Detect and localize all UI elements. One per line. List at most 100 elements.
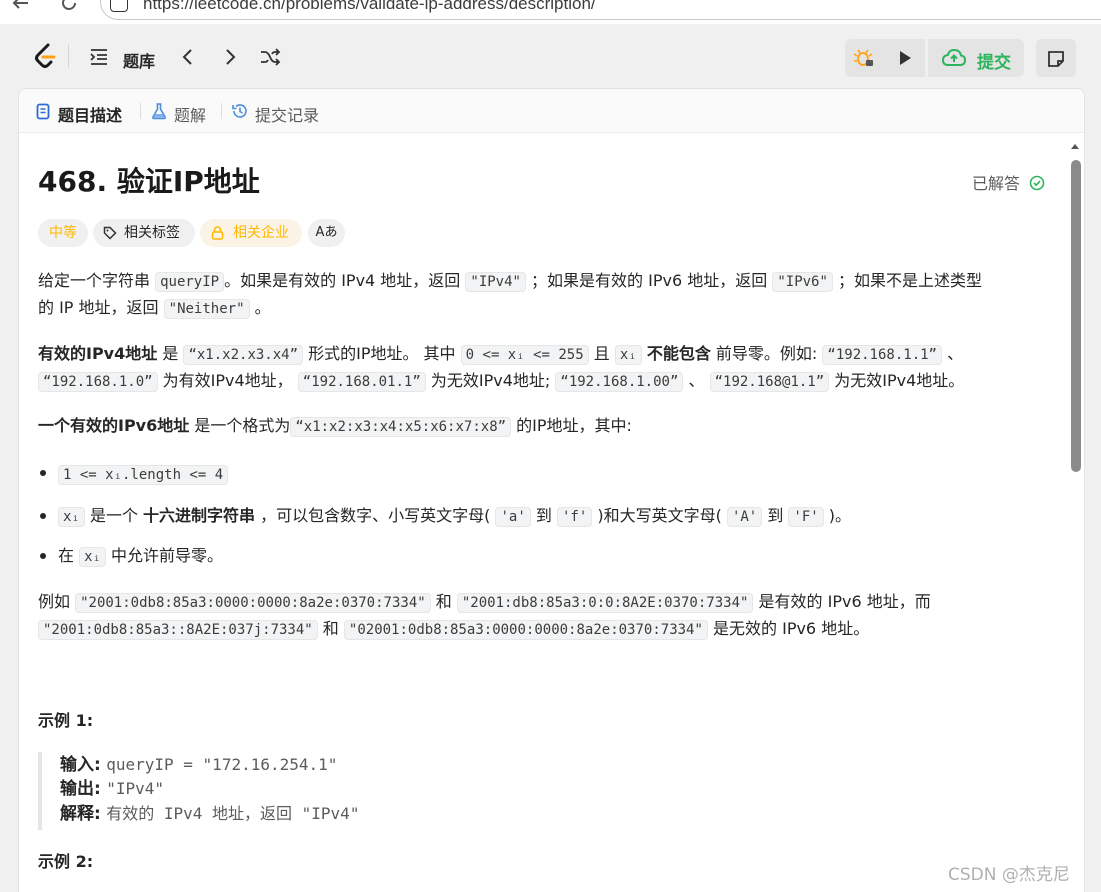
description-paragraph-4: 例如 "2001:0db8:85a3:0000:0000:8a2e:0370:7… [38,589,1048,643]
list-item: 在 xᵢ 中允许前导零。 [58,543,1048,570]
inline-code: "2001:0db8:85a3::8A2E:037j:7334" [38,620,318,640]
translate-toggle-icon[interactable]: Aあ [308,219,345,247]
inline-code: "IPv6" [772,272,833,292]
inline-code: “x1:x2:x3:x4:x5:x6:x7:x8” [290,417,512,437]
tab-divider [221,103,222,119]
scrollbar-thumb[interactable] [1071,160,1081,472]
inline-code: "2001:0db8:85a3:0000:0000:8a2e:0370:7334… [75,593,431,613]
description-paragraph-1: 给定一个字符串 queryIP 。如果是有效的 IPv4 地址，返回 "IPv4"… [38,268,1048,322]
cloud-upload-icon[interactable] [941,47,967,69]
output-label: 输出: [60,779,101,799]
back-arrow-icon[interactable] [10,0,32,14]
text: 是有效的 IPv6 地址，而 [753,592,931,611]
inline-code: "IPv4" [465,272,526,292]
output-value: "IPv4" [106,779,165,798]
inline-code: 'F' [788,507,824,527]
inline-code: "02001:0db8:85a3:0000:0000:8a2e:0370:733… [343,620,708,640]
text: 例如 [38,592,76,611]
related-tags-label: 相关标签 [124,225,180,241]
problem-list-label[interactable]: 题库 [123,48,155,72]
text: 是一个 [84,506,144,525]
description-doc-icon [36,103,50,120]
text: 在 [58,546,80,565]
text: 形式的IP地址。 其中 [303,344,461,363]
inline-code: 1 <= xᵢ.length <= 4 [58,465,229,485]
next-problem-icon[interactable] [222,48,238,66]
bold-text: 有效的IPv4地址 [38,344,158,363]
inline-code: “192.168.1.00” [555,372,684,392]
inline-code: 'A' [726,507,763,527]
bullet-dot [40,513,46,519]
flask-icon [152,103,166,120]
related-tags-button[interactable]: 相关标签 [93,219,195,247]
problem-title: 468. 验证IP地址 [38,165,260,198]
inline-code: 'a' [495,507,531,527]
inline-code: "Neither" [163,299,250,319]
shuffle-icon[interactable] [259,48,281,66]
text: 。如果是有效的 IPv4 地址，返回 [224,271,466,290]
text: 且 [588,344,615,363]
bullet-dot [40,470,46,476]
bold-text: 不能包含 [646,344,711,363]
inline-code: queryIP [155,272,225,292]
text: 是无效的 IPv6 地址。 [707,619,870,638]
tab-solutions[interactable]: 题解 [174,102,206,126]
check-circle-icon [1029,175,1045,191]
text: 是 [157,344,184,363]
input-value: queryIP = "172.16.254.1" [106,755,338,774]
text: 为有效IPv4地址， [157,371,298,390]
text: ；如果是有效的 IPv6 地址，返回 [525,271,773,290]
problem-list-icon[interactable] [89,48,109,66]
inline-code: 'f' [556,507,593,527]
inline-code: “192.168.1.1” [822,345,942,365]
text: 为无效IPv4地址。 [829,371,965,390]
text: 为无效IPv4地址; [425,371,556,390]
inline-code: “192.168@1.1” [709,372,830,392]
tag-icon [103,226,117,240]
text: 的 IP 地址，返回 [38,298,164,317]
description-paragraph-2: 有效的IPv4地址 是 “x1.x2.x3.x4” 形式的IP地址。 其中 0 … [38,341,1048,395]
previous-problem-icon[interactable] [180,48,196,66]
related-companies-label: 相关企业 [233,225,289,241]
text: 和 [317,619,344,638]
solved-status: 已解答 [972,170,1045,194]
run-play-icon[interactable] [896,49,914,67]
top-nav: 题库 提交 [0,24,1101,88]
url-text[interactable]: https://leetcode.cn/problems/validate-ip… [143,0,596,14]
difficulty-badge: 中等 [38,219,88,247]
bullet-dot [40,553,46,559]
reload-icon[interactable] [58,0,80,14]
input-label: 输入: [60,755,101,775]
text: 到 [530,506,557,525]
tab-submissions[interactable]: 提交记录 [255,102,319,126]
debug-bug-icon[interactable] [853,48,875,68]
watermark: CSDN @杰克尼 [948,865,1070,885]
bold-text: 十六进制字符串 [143,506,256,525]
text: 。 [249,298,271,317]
inline-code: “192.168.1.0” [38,372,158,392]
example-1-explanation: 解释: 有效的 IPv4 地址，返回 "IPv4" [60,802,359,826]
text: 中允许前导零。 [105,546,224,565]
text: 的IP地址，其中: [511,416,632,435]
bold-text: 一个有效的IPv6地址 [38,416,190,435]
inline-code: xᵢ [79,547,106,567]
site-info-icon[interactable] [110,0,128,12]
scroll-up-icon[interactable] [1070,142,1080,150]
related-companies-button[interactable]: 相关企业 [200,219,302,247]
submit-label[interactable]: 提交 [977,48,1011,73]
text: 前导零。例如: [710,344,823,363]
leetcode-logo-icon[interactable] [32,42,58,70]
inline-code: “x1.x2.x3.x4” [183,345,304,365]
example-1-border [38,752,42,830]
example-1-output: 输出: "IPv4" [60,777,164,801]
notes-icon[interactable] [1046,49,1066,69]
history-clock-icon [232,104,247,118]
tab-description[interactable]: 题目描述 [58,102,122,126]
browser-toolbar: https://leetcode.cn/problems/validate-ip… [0,0,1101,24]
example-2-heading: 示例 2: [38,852,94,871]
inline-code: xᵢ [614,345,642,365]
explanation-value: 有效的 IPv4 地址，返回 "IPv4" [106,804,360,823]
text: ；如果不是上述类型 [832,271,983,290]
list-item: 1 <= xᵢ.length <= 4 [58,461,1048,488]
solved-status-text: 已解答 [972,174,1021,193]
